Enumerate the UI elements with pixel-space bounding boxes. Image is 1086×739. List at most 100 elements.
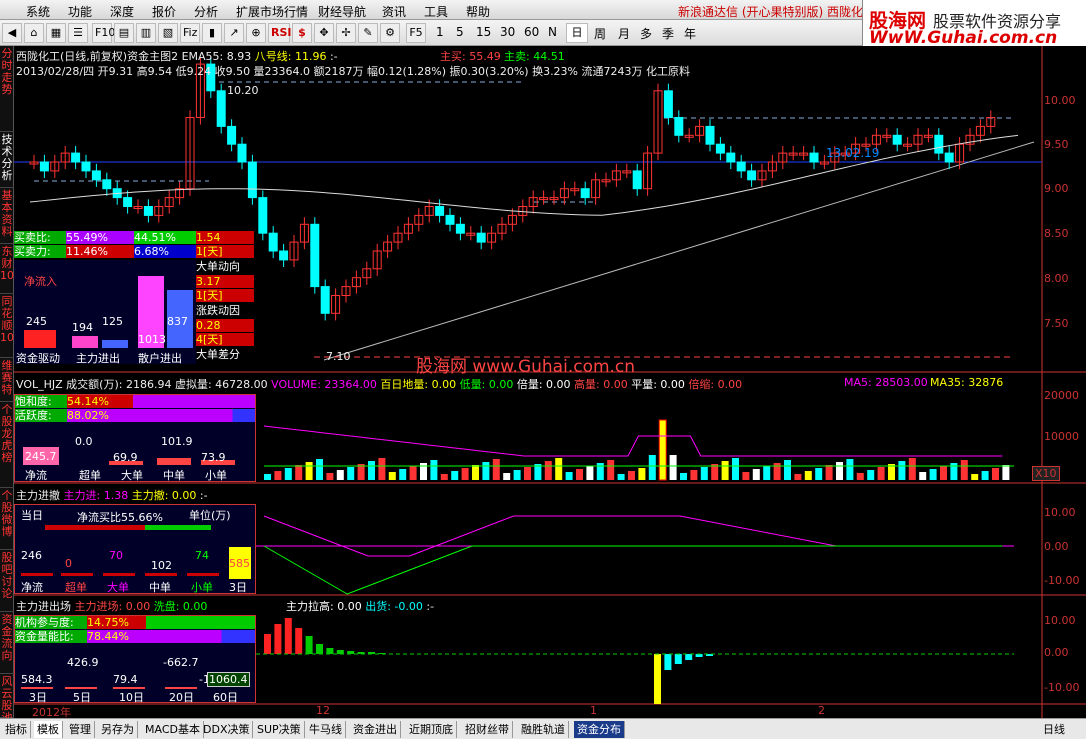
d2-value: 1[天]	[196, 289, 254, 302]
f10-icon[interactable]: F10	[92, 23, 115, 43]
chart-area[interactable]: 西陇化工(日线,前复权)资金主图2 EMA55: 8.93 八号线: 11.96…	[14, 46, 1086, 719]
vol-n5: 73.9	[201, 451, 226, 464]
draw-icon[interactable]: ✎	[358, 23, 378, 43]
tab-stock-pool[interactable]: 风云股池	[0, 674, 14, 724]
tab-intraday[interactable]: 分时走势	[0, 46, 14, 132]
vol-tick-10000: 10000	[1044, 430, 1079, 443]
list-icon[interactable]: ☰	[68, 23, 88, 43]
menu-tools[interactable]: 工具	[424, 3, 448, 20]
tab-technical[interactable]: 技术分析	[0, 132, 14, 188]
period-60min[interactable]: 60	[524, 25, 539, 39]
menu-function[interactable]: 功能	[68, 3, 92, 20]
tab-dragon-tiger[interactable]: 个股龙虎榜	[0, 402, 14, 488]
volume-bar	[721, 461, 729, 480]
btab-ribbon[interactable]: 招财丝带	[462, 721, 513, 738]
chart-icon[interactable]: ▧	[158, 23, 178, 43]
menu-finance-nav[interactable]: 财经导航	[318, 3, 366, 20]
trend-icon[interactable]: ↗	[224, 23, 244, 43]
period-week[interactable]: 周	[594, 25, 606, 42]
date-label: 13.02.19	[826, 146, 880, 160]
mmb-buy: 55.49%	[66, 231, 134, 244]
tab-guba[interactable]: 股吧讨论	[0, 550, 14, 612]
period-year[interactable]: 年	[684, 25, 696, 42]
candle-body	[310, 223, 320, 288]
fiz-icon[interactable]: Fiz	[180, 23, 200, 43]
period-multi[interactable]: 多	[640, 25, 652, 42]
volume-bar	[960, 460, 968, 480]
volume-bar	[544, 461, 552, 480]
btab-indicator[interactable]: 指标	[2, 721, 31, 738]
btab-distribution[interactable]: 资金分布	[574, 721, 625, 738]
period-quarter[interactable]: 季	[662, 25, 674, 42]
candle-body	[809, 152, 819, 163]
mml-sell: 6.68%	[134, 245, 196, 258]
period-15min[interactable]: 15	[476, 25, 491, 39]
tab-weibo[interactable]: 个股微博	[0, 488, 14, 550]
period-5min[interactable]: 5	[456, 25, 464, 39]
vol-bai: 百日地量: 0.00	[380, 378, 457, 391]
crosshair-icon[interactable]: ✥	[314, 23, 334, 43]
menu-ext-market[interactable]: 扩展市场行情	[236, 3, 308, 20]
f5-button[interactable]: F5	[406, 23, 426, 43]
zljcc-up-bar	[336, 650, 344, 654]
candle-body	[435, 206, 445, 216]
tab-fund-flow[interactable]: 资金流向	[0, 612, 14, 674]
zljc-line-2	[263, 545, 1003, 595]
btab-track[interactable]: 融胜轨道	[518, 721, 569, 738]
menu-depth[interactable]: 深度	[110, 3, 134, 20]
candle-body	[892, 134, 902, 145]
xaxis-m1: 12	[316, 704, 330, 717]
table-icon[interactable]: ▤	[114, 23, 134, 43]
period-month[interactable]: 月	[618, 25, 630, 42]
grid-icon[interactable]: ▦	[46, 23, 66, 43]
back-icon[interactable]: ◀	[2, 23, 22, 43]
menu-analysis[interactable]: 分析	[194, 3, 218, 20]
candle-body	[227, 125, 237, 145]
rsi-icon[interactable]: RSI	[268, 23, 292, 43]
period-day[interactable]: 日	[566, 23, 588, 43]
volume-bar	[1002, 465, 1010, 480]
btab-manage[interactable]: 管理	[66, 721, 95, 738]
zljc-panel: 当日 净流买比55.66% 单位(万) 246 0 70 102 74 585 …	[14, 504, 256, 594]
btab-macd[interactable]: MACD基本	[142, 721, 204, 738]
pan-icon[interactable]: ✢	[336, 23, 356, 43]
menu-news[interactable]: 资讯	[382, 3, 406, 20]
volume-bar	[846, 459, 854, 480]
period-1min[interactable]: 1	[436, 25, 444, 39]
period-n[interactable]: N	[548, 25, 557, 39]
report-icon[interactable]: ▥	[136, 23, 156, 43]
btab-ddx[interactable]: DDX决策	[200, 721, 254, 738]
btab-top-bottom[interactable]: 近期顶底	[406, 721, 457, 738]
tab-vst[interactable]: 维赛特	[0, 358, 14, 402]
volume-bar	[638, 468, 646, 480]
period-30min[interactable]: 30	[500, 25, 515, 39]
menu-quote[interactable]: 报价	[152, 3, 176, 20]
vol-header: VOL_HJZ 成交额(万): 2186.94 虚拟量: 46728.00 VO…	[16, 376, 742, 392]
tab-eastmoney[interactable]: 东财10	[0, 244, 14, 294]
menu-help[interactable]: 帮助	[466, 3, 490, 20]
ema-value: EMA55: 8.93	[181, 50, 252, 63]
menu-system[interactable]: 系统	[26, 3, 50, 20]
volume-bar	[742, 472, 750, 480]
btab-template[interactable]: 模板	[34, 721, 63, 738]
tab-ths[interactable]: 同花顺10	[0, 294, 14, 358]
zljcc-d5: 60日	[213, 691, 238, 704]
home-icon[interactable]: ⌂	[24, 23, 44, 43]
settings-icon[interactable]: ⚙	[380, 23, 400, 43]
btab-sup[interactable]: SUP决策	[254, 721, 305, 738]
volume-bar	[690, 470, 698, 480]
site-logo: 股海网 股票软件资源分享 WwW.Guhai.com.cn	[862, 0, 1086, 48]
zj-bar: 78.44%	[87, 630, 255, 643]
dollar-icon[interactable]: $	[292, 23, 312, 43]
btab-niuma[interactable]: 牛马线	[306, 721, 346, 738]
volume-bar	[815, 468, 823, 480]
jlr-label: 净流入	[24, 275, 57, 288]
main-title: 西陇化工(日线,前复权)资金主图2	[16, 50, 179, 63]
zoom-icon[interactable]: ⊕	[246, 23, 266, 43]
volume-bar	[586, 466, 594, 480]
candle-icon[interactable]: ▮	[202, 23, 222, 43]
btab-fund[interactable]: 资金进出	[350, 721, 401, 738]
tab-basic-info[interactable]: 基本资料	[0, 188, 14, 244]
btab-saveas[interactable]: 另存为	[98, 721, 138, 738]
tick-8-00: 8.00	[1044, 272, 1069, 285]
